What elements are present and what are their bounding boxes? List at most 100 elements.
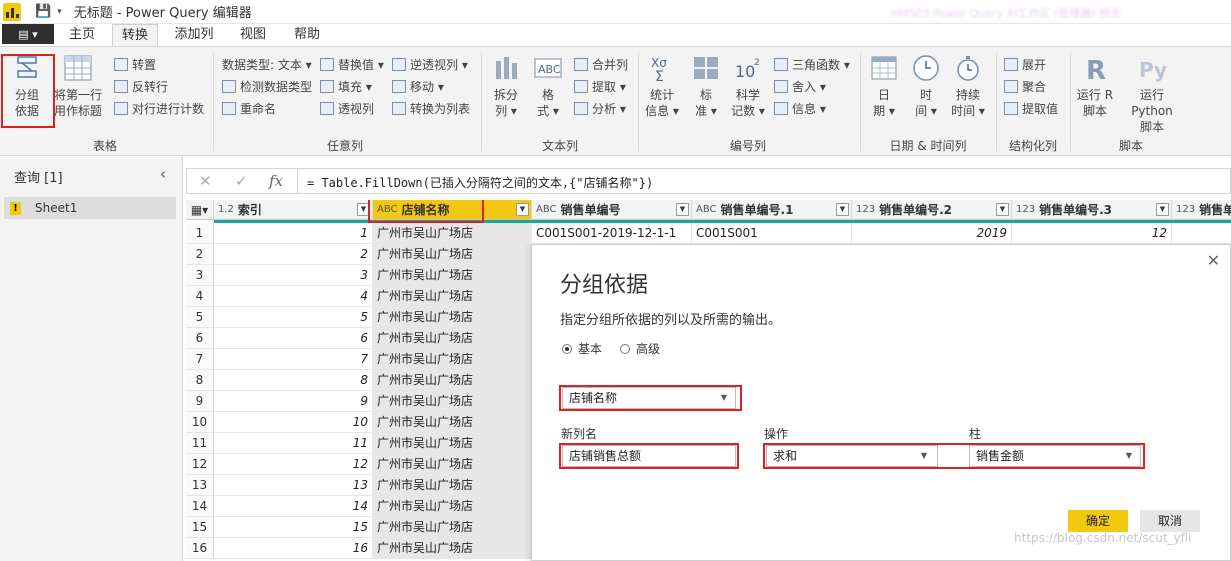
row-number[interactable]: 3 — [186, 265, 214, 286]
expand-button[interactable]: 展开 — [1004, 55, 1046, 73]
parse-button[interactable]: 分析 ▾ — [574, 99, 626, 117]
extract-button[interactable]: 提取 ▾ — [574, 77, 626, 95]
table-cell[interactable]: 广州市吴山广场店 — [373, 517, 532, 538]
column-header[interactable]: 123销售单编▼ — [1172, 200, 1231, 220]
tab-help[interactable]: 帮助 — [284, 24, 330, 46]
table-cell[interactable]: 广州市吴山广场店 — [373, 391, 532, 412]
detect-type-button[interactable]: 检测数据类型 — [222, 77, 312, 95]
table-cell[interactable]: 6 — [214, 328, 373, 349]
row-number[interactable]: 1 — [186, 223, 214, 244]
column-select[interactable]: 销售金额 ▼ — [969, 445, 1141, 467]
filter-dropdown-icon[interactable]: ▼ — [1156, 203, 1169, 216]
tab-transform[interactable]: 转换 — [112, 24, 158, 46]
format-button[interactable]: ABC 格 式 ▾ — [530, 53, 566, 119]
close-icon[interactable]: ✕ — [1207, 251, 1220, 270]
cancel-button[interactable]: 取消 — [1140, 510, 1200, 532]
table-cell[interactable]: 15 — [214, 517, 373, 538]
merge-columns-button[interactable]: 合并列 — [574, 55, 628, 73]
table-cell[interactable]: 8 — [214, 370, 373, 391]
count-rows-button[interactable]: 对行进行计数 — [114, 99, 204, 117]
standard-button[interactable]: 标 准 ▾ — [688, 53, 724, 119]
table-cell[interactable]: 13 — [214, 475, 373, 496]
table-cell[interactable]: 广州市吴山广场店 — [373, 223, 532, 244]
reverse-rows-button[interactable]: 反转行 — [114, 77, 168, 95]
filter-dropdown-icon[interactable]: ▼ — [516, 203, 529, 216]
table-cell[interactable]: 9 — [214, 391, 373, 412]
info-button[interactable]: 信息 ▾ — [774, 99, 826, 117]
table-cell[interactable]: 广州市吴山广场店 — [373, 307, 532, 328]
aggregate-button[interactable]: 聚合 — [1004, 77, 1046, 95]
table-cell[interactable]: 广州市吴山广场店 — [373, 412, 532, 433]
replace-values-button[interactable]: 替换值 ▾ — [320, 55, 384, 73]
table-cell[interactable]: 11 — [214, 433, 373, 454]
column-header[interactable]: ABC 销售单编号.1 ▼ — [692, 200, 852, 220]
extract-values-button[interactable]: 提取值 — [1004, 99, 1058, 117]
row-number[interactable]: 6 — [186, 328, 214, 349]
filter-dropdown-icon[interactable]: ▼ — [836, 203, 849, 216]
radio-advanced[interactable]: 高级 — [620, 340, 660, 357]
commit-formula-icon[interactable]: ✓ — [235, 172, 248, 190]
save-icon[interactable]: 💾 — [35, 4, 51, 19]
first-row-header-button[interactable]: 将第一行 用作标题 — [52, 53, 104, 119]
table-cell[interactable]: 广州市吴山广场店 — [373, 265, 532, 286]
collapse-pane-icon[interactable]: ‹ — [160, 165, 166, 183]
table-cell[interactable]: 广州市吴山广场店 — [373, 328, 532, 349]
ok-button[interactable]: 确定 — [1068, 510, 1128, 532]
row-number[interactable]: 4 — [186, 286, 214, 307]
table-cell[interactable]: 广州市吴山广场店 — [373, 433, 532, 454]
table-cell[interactable]: 16 — [214, 538, 373, 559]
pivot-button[interactable]: 透视列 — [320, 99, 374, 117]
table-cell[interactable]: 14 — [214, 496, 373, 517]
radio-basic[interactable]: 基本 — [562, 340, 602, 357]
table-cell[interactable]: 4 — [214, 286, 373, 307]
row-number[interactable]: 7 — [186, 349, 214, 370]
table-cell[interactable]: 2019 — [852, 223, 1012, 244]
table-cell[interactable]: 广州市吴山广场店 — [373, 370, 532, 391]
row-number[interactable]: 2 — [186, 244, 214, 265]
row-number[interactable]: 13 — [186, 475, 214, 496]
statistics-button[interactable]: Xσ Σ 统计 信息 ▾ — [644, 53, 680, 119]
row-number[interactable]: 9 — [186, 391, 214, 412]
filter-dropdown-icon[interactable]: ▼ — [996, 203, 1009, 216]
table-cell[interactable]: 2 — [214, 244, 373, 265]
run-r-script-button[interactable]: R 运行 R 脚本 — [1074, 53, 1116, 119]
data-type-dropdown[interactable]: 数据类型: 文本 ▾ — [222, 55, 312, 73]
table-cell[interactable]: 广州市吴山广场店 — [373, 244, 532, 265]
tab-add-column[interactable]: 添加列 — [166, 24, 222, 46]
fill-button[interactable]: 填充 ▾ — [320, 77, 372, 95]
table-cell[interactable]: 3 — [214, 265, 373, 286]
column-header[interactable]: 1.2 索引 ▼ — [214, 200, 373, 220]
table-menu-icon[interactable]: ▦▾ — [186, 200, 214, 220]
row-number[interactable]: 8 — [186, 370, 214, 391]
query-item-sheet1[interactable]: ! Sheet1 — [4, 197, 176, 219]
table-cell[interactable]: 10 — [214, 412, 373, 433]
scientific-button[interactable]: 10 2 科学 记数 ▾ — [728, 53, 768, 119]
table-cell[interactable]: C001S001-2019-12-1-1 — [532, 223, 692, 244]
filter-dropdown-icon[interactable]: ▼ — [676, 203, 689, 216]
row-number[interactable]: 15 — [186, 517, 214, 538]
rounding-button[interactable]: 舍入 ▾ — [774, 77, 826, 95]
date-button[interactable]: 日 期 ▾ — [866, 53, 902, 119]
split-column-button[interactable]: 拆分 列 ▾ — [488, 53, 524, 119]
move-button[interactable]: 移动 ▾ — [392, 77, 444, 95]
table-cell[interactable]: 5 — [214, 307, 373, 328]
column-header[interactable]: ABC 销售单编号 ▼ — [532, 200, 692, 220]
row-number[interactable]: 11 — [186, 433, 214, 454]
unpivot-button[interactable]: 逆透视列 ▾ — [392, 55, 468, 73]
table-cell[interactable]: 广州市吴山广场店 — [373, 349, 532, 370]
transpose-button[interactable]: 转置 — [114, 55, 156, 73]
table-cell[interactable]: 7 — [214, 349, 373, 370]
row-number[interactable]: 16 — [186, 538, 214, 559]
table-cell[interactable]: 12 — [214, 454, 373, 475]
row-number[interactable]: 10 — [186, 412, 214, 433]
table-cell[interactable]: 广州市吴山广场店 — [373, 496, 532, 517]
table-cell[interactable]: 广州市吴山广场店 — [373, 538, 532, 559]
time-button[interactable]: 时 间 ▾ — [908, 53, 944, 119]
cancel-formula-icon[interactable]: ✕ — [199, 172, 212, 190]
row-number[interactable]: 5 — [186, 307, 214, 328]
duration-button[interactable]: 持续 时间 ▾ — [948, 53, 988, 119]
tab-home[interactable]: 主页 — [60, 24, 104, 46]
table-cell[interactable]: 广州市吴山广场店 — [373, 286, 532, 307]
trig-button[interactable]: 三角函数 ▾ — [774, 55, 850, 73]
row-number[interactable]: 12 — [186, 454, 214, 475]
